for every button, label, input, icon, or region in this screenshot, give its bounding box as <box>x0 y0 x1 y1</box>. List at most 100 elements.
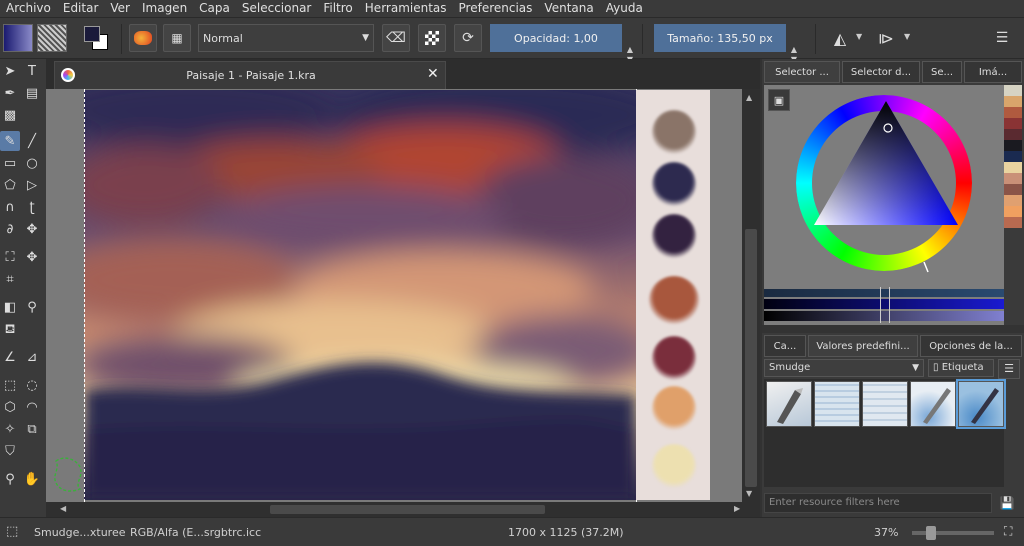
ellipse-tool[interactable]: ○ <box>22 153 42 173</box>
move-tool[interactable]: ✥ <box>22 247 42 267</box>
status-color-profile[interactable]: RGB/Alfa (E...srgbtrc.icc <box>130 526 261 539</box>
freehand-brush-tool[interactable]: ✎ <box>0 131 20 151</box>
mirror-horizontal-dropdown[interactable]: ▼ <box>856 32 862 41</box>
polygon-tool[interactable]: ⬠ <box>0 175 20 195</box>
preserve-alpha-button[interactable] <box>418 24 446 52</box>
close-icon[interactable]: ✕ <box>427 66 439 82</box>
zoom-slider-knob[interactable] <box>926 526 936 540</box>
tab-specific-color-selector[interactable]: Selector d... <box>842 61 920 83</box>
scroll-right-icon[interactable]: ▶ <box>734 504 740 513</box>
menu-editar[interactable]: Editar <box>57 0 105 17</box>
brush-preset-icon[interactable] <box>129 24 157 52</box>
palette-swatch[interactable] <box>1004 206 1022 217</box>
brush-preset-smudge-2[interactable] <box>814 381 860 427</box>
tab-brush-presets[interactable]: Valores predefini... <box>808 335 918 357</box>
palette-swatch[interactable] <box>1004 96 1022 107</box>
palette-swatch[interactable] <box>1004 162 1022 173</box>
resource-filter-input[interactable]: Enter resource filters here <box>764 493 992 513</box>
gradient-selector-button[interactable] <box>3 24 33 52</box>
reload-preset-button[interactable]: ⟳ <box>454 24 482 52</box>
crop-tool[interactable]: ⌗ <box>0 269 20 289</box>
color-history-bars[interactable] <box>764 287 1004 323</box>
palette-swatch-column[interactable] <box>1004 85 1022 325</box>
polygonal-selection-tool[interactable]: ⬡ <box>0 397 20 417</box>
assistant-tool[interactable]: ⊿ <box>22 347 42 367</box>
palette-swatch[interactable] <box>1004 140 1022 151</box>
transform-tool[interactable]: ⛶ <box>0 247 20 267</box>
docker-menu-button[interactable]: ☰ <box>988 24 1016 52</box>
menu-ventana[interactable]: Ventana <box>538 0 599 17</box>
elliptical-selection-tool[interactable]: ◌ <box>22 375 42 395</box>
selection-icon[interactable]: ⬚ <box>6 524 18 539</box>
fg-bg-color-selector[interactable] <box>82 24 110 52</box>
tab-ca[interactable]: Ca... <box>764 335 806 357</box>
mirror-horizontal-button[interactable]: ◭ <box>826 26 854 52</box>
line-tool[interactable]: ╱ <box>22 131 42 151</box>
rectangle-tool[interactable]: ▭ <box>0 153 20 173</box>
brush-preset-smudge-1[interactable] <box>766 381 812 427</box>
palette-swatch[interactable] <box>1004 129 1022 140</box>
palette-swatch[interactable] <box>1004 195 1022 206</box>
menu-herramientas[interactable]: Herramientas <box>359 0 453 17</box>
menu-filtro[interactable]: Filtro <box>317 0 358 17</box>
brush-preset-smudge-3[interactable] <box>862 381 908 427</box>
fill-tool[interactable]: ⛾ <box>0 319 20 339</box>
dynamic-brush-tool[interactable]: ∂ <box>0 219 20 239</box>
tab-image[interactable]: Imá... <box>964 61 1022 83</box>
rectangular-selection-tool[interactable]: ⬚ <box>0 375 20 395</box>
tag-button[interactable]: ▯ Etiqueta <box>928 359 994 377</box>
calligraphy-tool[interactable]: ▤ <box>22 83 42 103</box>
scroll-down-icon[interactable]: ▼ <box>746 489 752 498</box>
multibrush-tool[interactable]: ✥ <box>22 219 42 239</box>
gradient-tool[interactable]: ◧ <box>0 297 20 317</box>
mirror-vertical-dropdown[interactable]: ▼ <box>904 32 910 41</box>
mirror-vertical-button[interactable]: ⧐ <box>872 26 900 52</box>
measure-tool[interactable]: ∠ <box>0 347 20 367</box>
polyline-tool[interactable]: ▷ <box>22 175 42 195</box>
tab-tool-options[interactable]: Opciones de la... <box>920 335 1022 357</box>
bezier-curve-tool[interactable]: ∩ <box>0 197 20 217</box>
palette-swatch[interactable] <box>1004 184 1022 195</box>
tab-se[interactable]: Se... <box>922 61 962 83</box>
brush-preset-smudge-textured[interactable] <box>956 379 1006 429</box>
zoom-tool[interactable]: ⚲ <box>0 469 20 489</box>
status-brush-preset[interactable]: Smudge...xturee <box>34 526 126 539</box>
preset-group-select[interactable]: Smudge ▼ <box>764 359 924 377</box>
menu-seleccionar[interactable]: Seleccionar <box>236 0 317 17</box>
color-selector-settings-button[interactable]: ▣ <box>768 89 790 111</box>
contiguous-selection-tool[interactable]: ✧ <box>0 419 20 439</box>
similar-color-selection-tool[interactable]: ⧉ <box>22 419 42 439</box>
select-shapes-tool[interactable]: ➤ <box>0 61 20 81</box>
tab-advanced-color-selector[interactable]: Selector ... <box>764 61 840 83</box>
menu-preferencias[interactable]: Preferencias <box>453 0 539 17</box>
palette-swatch[interactable] <box>1004 85 1022 96</box>
painting-canvas[interactable] <box>84 90 636 500</box>
menu-capa[interactable]: Capa <box>193 0 236 17</box>
palette-swatch[interactable] <box>1004 107 1022 118</box>
save-icon[interactable]: 💾 <box>996 493 1018 513</box>
brush-preset-smudge-4[interactable] <box>910 381 956 427</box>
zoom-slider[interactable] <box>912 526 994 540</box>
scroll-up-icon[interactable]: ▲ <box>746 93 752 102</box>
menu-ver[interactable]: Ver <box>104 0 136 17</box>
menu-imagen[interactable]: Imagen <box>136 0 193 17</box>
preset-view-menu-button[interactable]: ☰ <box>998 359 1020 379</box>
freehand-path-tool[interactable]: ʈ <box>22 197 42 217</box>
horizontal-scroll-thumb[interactable] <box>270 505 545 514</box>
blend-mode-select[interactable]: Normal ▼ <box>198 24 374 52</box>
vertical-scroll-thumb[interactable] <box>745 229 757 487</box>
palette-swatch[interactable] <box>1004 118 1022 129</box>
foreground-color-swatch[interactable] <box>84 26 100 42</box>
palette-swatch[interactable] <box>1004 217 1022 228</box>
edit-shapes-tool[interactable]: ✒ <box>0 83 20 103</box>
pan-tool[interactable]: ✋ <box>22 469 42 489</box>
pattern-selector-button[interactable] <box>37 24 67 52</box>
menu-archivo[interactable]: Archivo <box>0 0 57 17</box>
magnetic-selection-tool[interactable]: ⛉ <box>0 441 20 461</box>
palette-swatch[interactable] <box>1004 173 1022 184</box>
horizontal-scrollbar[interactable]: ◀ ▶ <box>46 502 760 517</box>
vertical-scrollbar[interactable]: ▲ ▼ <box>742 89 760 502</box>
menu-ayuda[interactable]: Ayuda <box>600 0 649 17</box>
scroll-left-icon[interactable]: ◀ <box>60 504 66 513</box>
canvas-only-icon[interactable]: ⛶ <box>1004 524 1012 539</box>
